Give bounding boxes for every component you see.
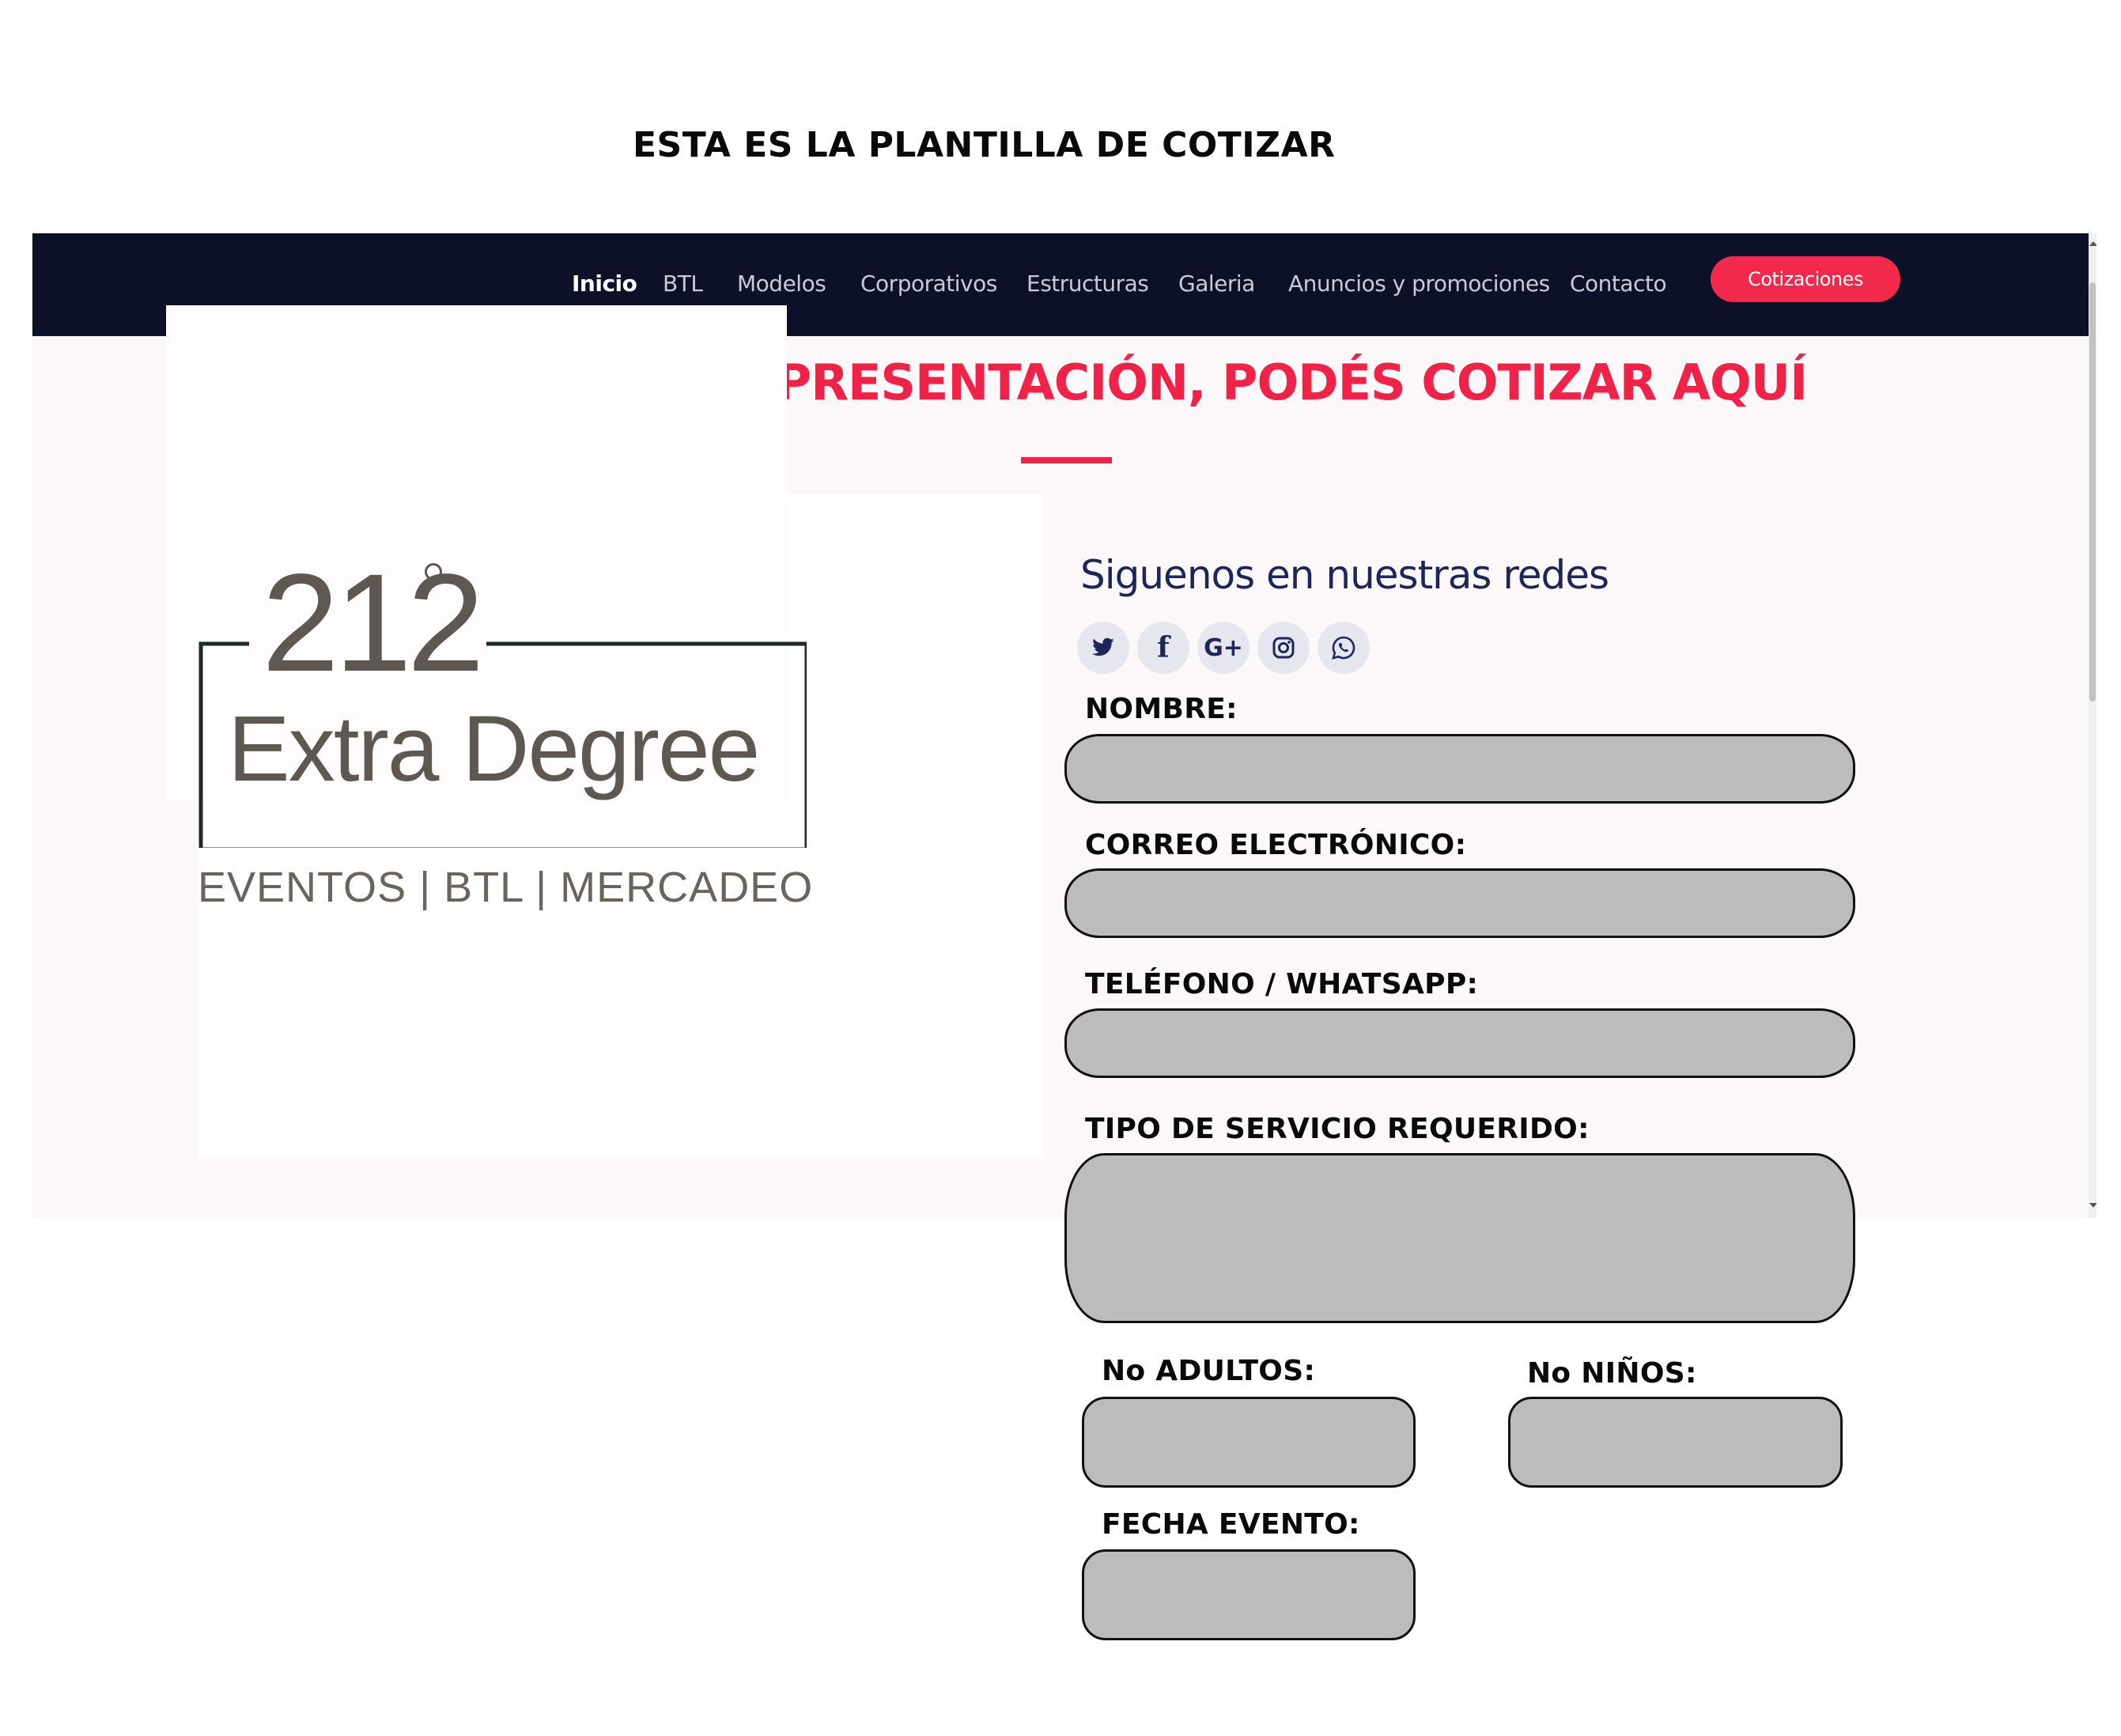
nombre-input[interactable]	[1064, 734, 1855, 804]
google-plus-icon[interactable]: G+	[1197, 622, 1250, 674]
whatsapp-icon[interactable]	[1318, 622, 1370, 674]
headline-divider	[1021, 457, 1112, 463]
nav-item-anuncios[interactable]: Anuncios y promociones	[1288, 267, 1550, 301]
nav-item-contacto[interactable]: Contacto	[1570, 267, 1667, 301]
facebook-icon[interactable]: f	[1137, 622, 1189, 674]
nav-item-inicio[interactable]: Inicio	[572, 267, 637, 301]
nav-item-estructuras[interactable]: Estructuras	[1026, 267, 1149, 301]
logo-tagline: EVENTOS | BTL | MERCADEO	[198, 864, 814, 911]
scrollbar-thumb[interactable]	[2089, 282, 2096, 702]
correo-label: CORREO ELECTRÓNICO:	[1085, 829, 1467, 861]
adultos-label: No ADULTOS:	[1102, 1355, 1316, 1387]
telefono-label: TELÉFONO / WHATSAPP:	[1085, 968, 1479, 1000]
degree-symbol-icon	[425, 563, 442, 581]
telefono-input[interactable]	[1064, 1008, 1855, 1078]
adultos-input[interactable]	[1082, 1397, 1416, 1488]
servicio-textarea[interactable]	[1064, 1153, 1855, 1323]
nav-item-btl[interactable]: BTL	[663, 267, 703, 301]
cotizaciones-button[interactable]: Cotizaciones	[1711, 256, 1900, 302]
nav-item-corporativos[interactable]: Corporativos	[860, 267, 997, 301]
nav-item-modelos[interactable]: Modelos	[737, 267, 826, 301]
servicio-label: TIPO DE SERVICIO REQUERIDO:	[1085, 1113, 1590, 1145]
fecha-label: FECHA EVENTO:	[1102, 1508, 1360, 1541]
ninos-label: No NIÑOS:	[1527, 1357, 1697, 1390]
logo-number: 212	[255, 554, 486, 693]
page-caption: ESTA ES LA PLANTILLA DE COTIZAR	[633, 125, 1336, 165]
logo-name: Extra Degree	[228, 697, 760, 801]
scroll-up-arrow-icon[interactable]	[2089, 241, 2096, 246]
instagram-icon[interactable]	[1257, 622, 1310, 674]
nav-item-galeria[interactable]: Galeria	[1178, 267, 1255, 301]
scroll-down-arrow-icon[interactable]	[2089, 1203, 2096, 1208]
twitter-icon[interactable]	[1077, 622, 1129, 674]
fecha-input[interactable]	[1082, 1549, 1416, 1640]
nombre-label: NOMBRE:	[1085, 693, 1238, 725]
correo-input[interactable]	[1064, 868, 1855, 938]
ninos-input[interactable]	[1508, 1397, 1843, 1488]
social-title: Siguenos en nuestras redes	[1080, 552, 1609, 598]
